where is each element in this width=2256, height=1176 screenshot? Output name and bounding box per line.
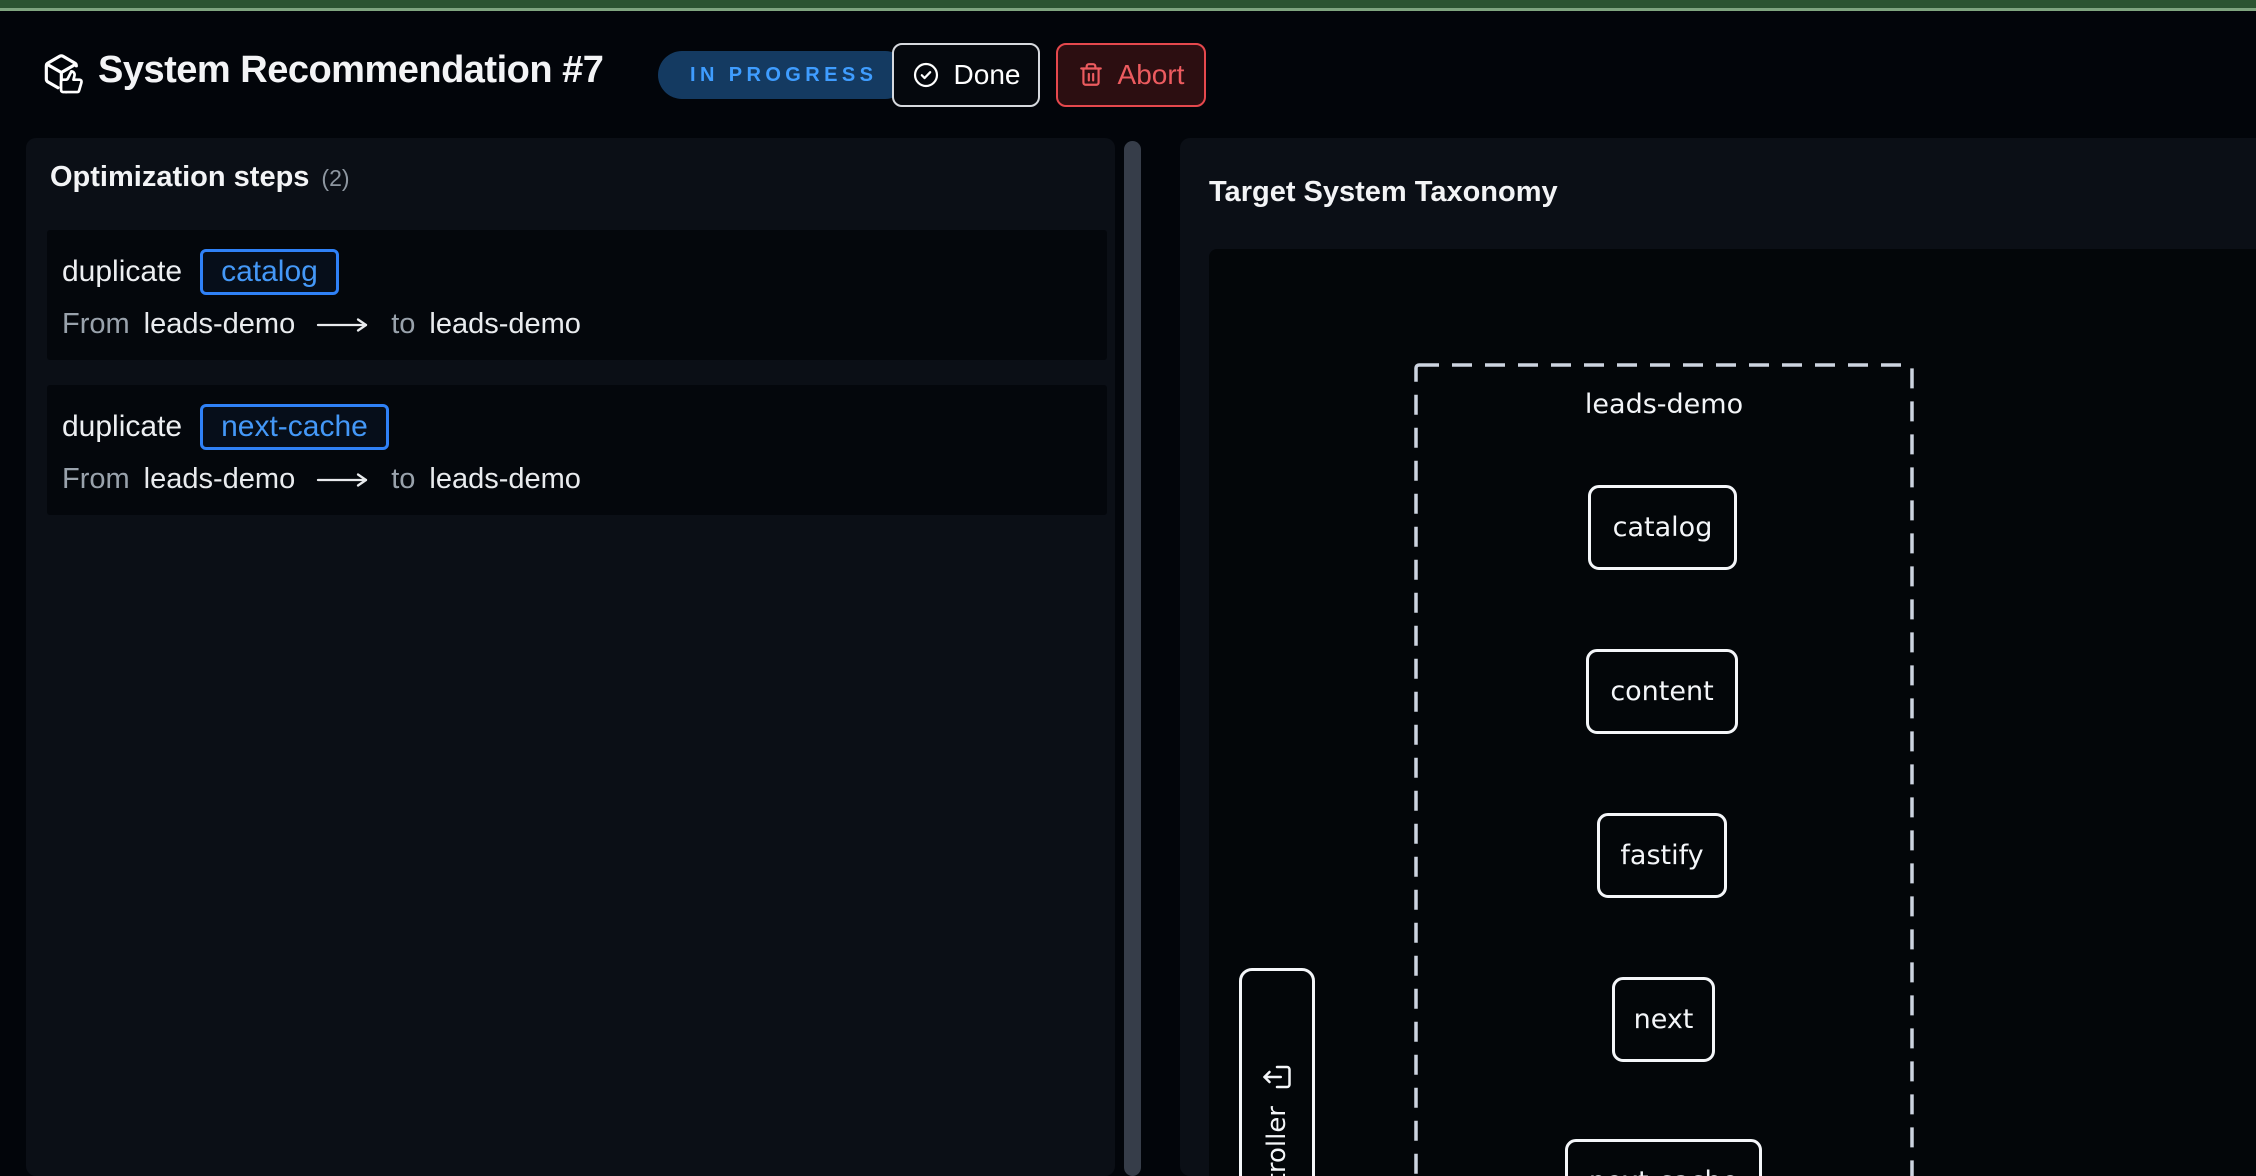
step-target-chip[interactable]: next-cache — [200, 404, 389, 450]
abort-button[interactable]: Abort — [1056, 43, 1206, 107]
steps-panel-title: Optimization steps — [50, 161, 309, 194]
from-label: From — [62, 308, 130, 341]
step-card: duplicate catalog From leads-demo to lea… — [47, 230, 1107, 360]
step-action-line: duplicate catalog — [62, 249, 1092, 295]
page-title: System Recommendation #7 — [98, 49, 603, 92]
node-next[interactable]: next — [1612, 977, 1715, 1062]
node-content[interactable]: content — [1586, 649, 1738, 734]
steps-count: (2) — [321, 165, 349, 192]
node-next-cache[interactable]: next-cache — [1565, 1139, 1762, 1176]
taxonomy-panel: Target System Taxonomy leads-demo catalo… — [1180, 138, 2256, 1176]
to-value: leads-demo — [429, 463, 581, 496]
steps-panel-header: Optimization steps (2) — [50, 161, 1094, 194]
panel-scrollbar[interactable] — [1124, 141, 1141, 1176]
step-card: duplicate next-cache From leads-demo to … — [47, 385, 1107, 515]
node-fastify[interactable]: fastify — [1597, 813, 1727, 898]
step-action-label: duplicate — [62, 255, 182, 289]
step-target-chip[interactable]: catalog — [200, 249, 339, 295]
top-green-bar — [0, 0, 2256, 11]
taxonomy-panel-title: Target System Taxonomy — [1209, 176, 1558, 209]
from-value: leads-demo — [144, 308, 296, 341]
from-value: leads-demo — [144, 463, 296, 496]
done-button-label: Done — [954, 59, 1021, 91]
share-icon — [1262, 1062, 1292, 1092]
long-arrow-icon — [315, 316, 371, 334]
optimization-steps-panel: Optimization steps (2) duplicate catalog… — [26, 138, 1115, 1176]
to-value: leads-demo — [429, 308, 581, 341]
trash-icon — [1078, 62, 1104, 88]
group-label: leads-demo — [1414, 389, 1914, 420]
from-label: From — [62, 463, 130, 496]
to-label: to — [391, 308, 415, 341]
node-catalog[interactable]: catalog — [1588, 485, 1737, 570]
step-route-line: From leads-demo to leads-demo — [62, 308, 1092, 341]
recommendation-box-thumbs-up-icon — [38, 50, 88, 100]
check-circle-icon — [912, 61, 940, 89]
step-action-label: duplicate — [62, 410, 182, 444]
to-label: to — [391, 463, 415, 496]
status-badge: IN PROGRESS — [658, 51, 909, 99]
abort-button-label: Abort — [1118, 59, 1185, 91]
rotated-node-label: controller — [1262, 1106, 1292, 1176]
app-window: System Recommendation #7 IN PROGRESS Don… — [0, 0, 2256, 1176]
node-controller-rotated[interactable]: controller — [1239, 968, 1315, 1176]
taxonomy-canvas[interactable]: leads-demo catalog content fastify next … — [1209, 249, 2256, 1176]
rotated-node-content: controller — [1242, 971, 1312, 1176]
step-action-line: duplicate next-cache — [62, 404, 1092, 450]
step-route-line: From leads-demo to leads-demo — [62, 463, 1092, 496]
done-button[interactable]: Done — [892, 43, 1040, 107]
long-arrow-icon — [315, 471, 371, 489]
